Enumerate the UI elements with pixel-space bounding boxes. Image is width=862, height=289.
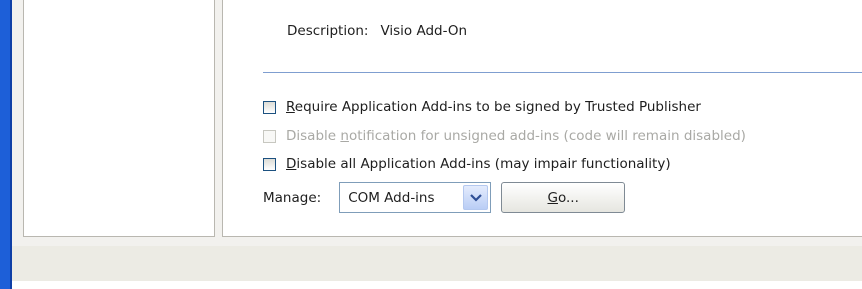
require-signed-addins-checkbox[interactable]: Require Application Add-ins to be signed… bbox=[263, 99, 701, 115]
disable-all-addins-checkbox[interactable]: Disable all Application Add-ins (may imp… bbox=[263, 156, 671, 172]
section-separator bbox=[263, 72, 862, 73]
checkbox-box[interactable] bbox=[263, 100, 276, 114]
checkbox-label: Disable all Application Add-ins (may imp… bbox=[286, 156, 671, 172]
manage-label: Manage: bbox=[263, 189, 322, 206]
checkbox-box[interactable] bbox=[263, 129, 276, 143]
bottom-strip bbox=[12, 281, 862, 289]
window-border bbox=[0, 0, 12, 289]
nav-pane bbox=[23, 0, 215, 237]
description-row: Description: Visio Add-On bbox=[287, 23, 467, 39]
manage-select-value: COM Add-ins bbox=[348, 189, 435, 206]
checkbox-label: Disable notification for unsigned add-in… bbox=[286, 128, 746, 144]
disable-unsigned-notification-checkbox[interactable]: Disable notification for unsigned add-in… bbox=[263, 128, 746, 144]
go-button[interactable]: Go... bbox=[501, 182, 626, 213]
go-button-label: Go... bbox=[547, 189, 579, 206]
manage-row: Manage: COM Add-ins Go... bbox=[263, 182, 626, 213]
dialog-frame: Description: Visio Add-On Require Applic… bbox=[0, 0, 862, 289]
description-value: Visio Add-On bbox=[380, 23, 468, 39]
checkbox-label: Require Application Add-ins to be signed… bbox=[286, 99, 701, 115]
manage-select[interactable]: COM Add-ins bbox=[339, 182, 492, 213]
chevron-down-icon[interactable] bbox=[463, 185, 489, 210]
checkbox-box[interactable] bbox=[263, 157, 276, 171]
description-label: Description: bbox=[287, 23, 369, 39]
